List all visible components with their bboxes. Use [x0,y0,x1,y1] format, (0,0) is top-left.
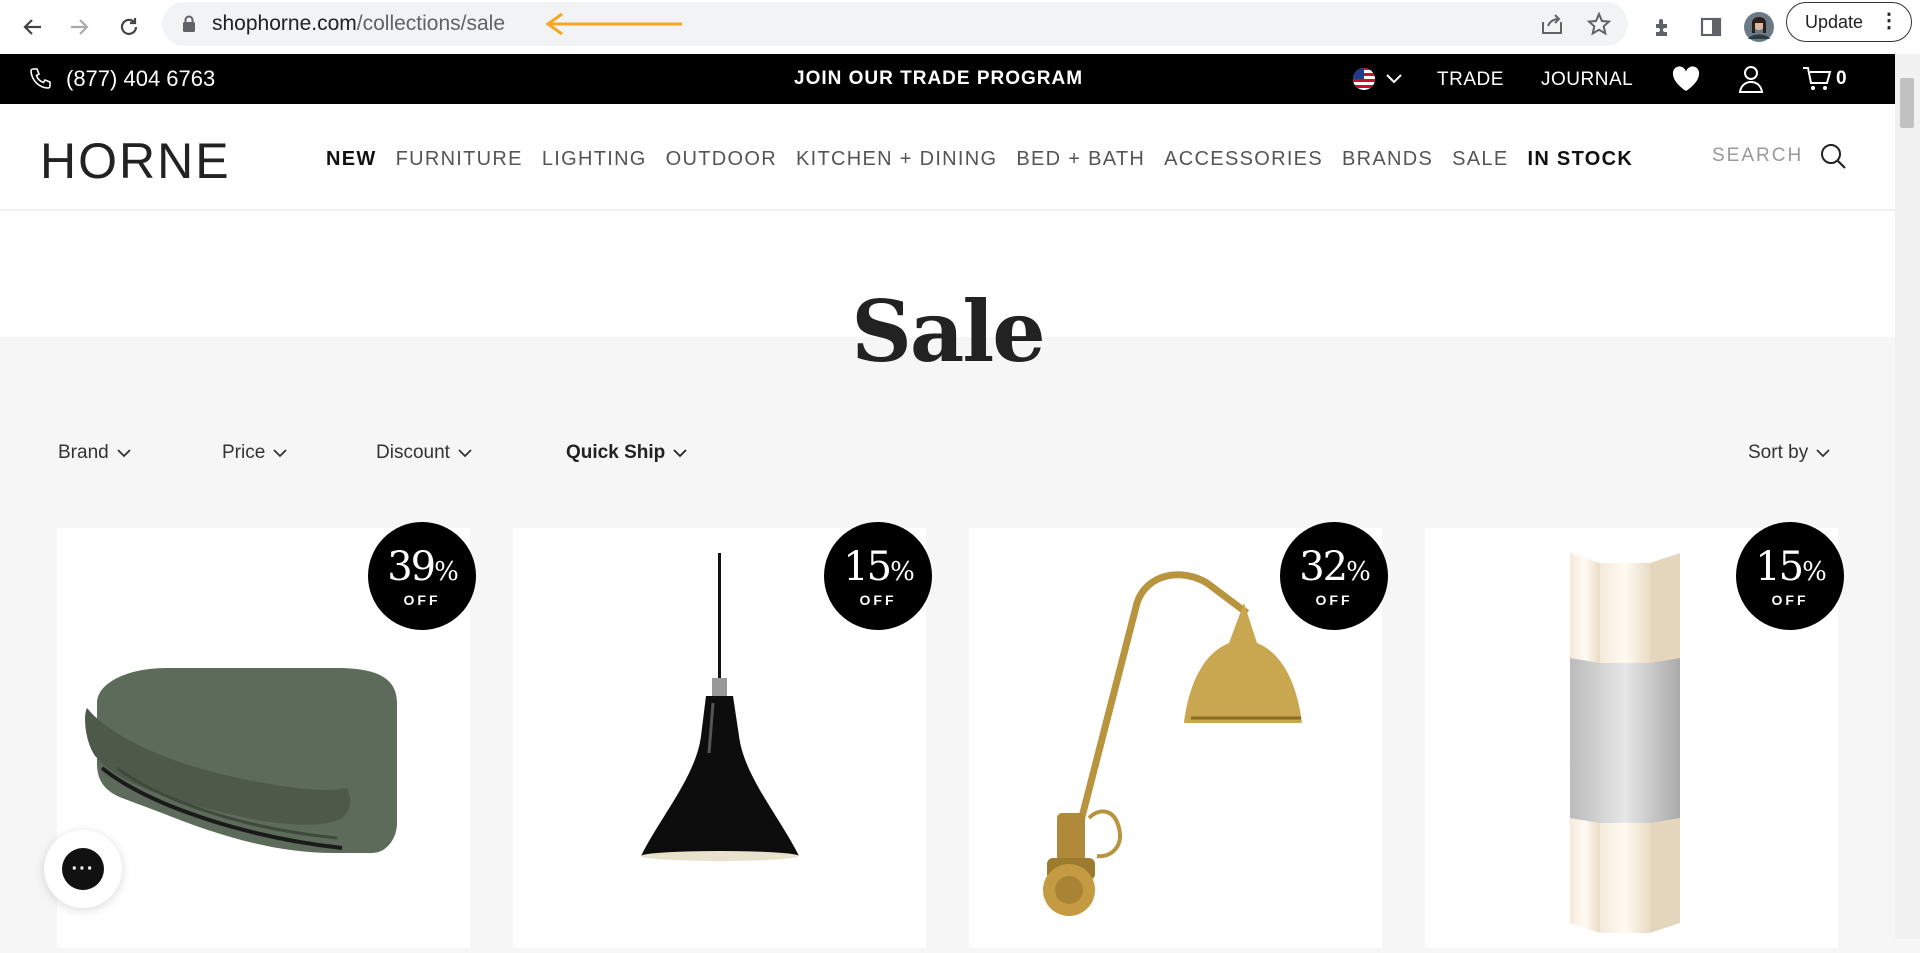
sort-by-label: Sort by [1748,442,1809,463]
url-text: shophorne.com/collections/sale [212,12,505,36]
filter-discount[interactable]: Discount [376,442,472,464]
percent-sign: % [1802,557,1827,587]
extensions-icon[interactable] [1644,8,1682,46]
forward-icon[interactable] [60,8,98,46]
lock-icon [183,15,195,32]
discount-value: 15 [1755,544,1804,590]
us-flag-icon [1353,68,1375,90]
page-scrollbar[interactable] [1895,54,1920,939]
url-domain: shophorne.com [212,12,357,35]
filter-discount-label: Discount [376,442,450,463]
filter-quick-ship[interactable]: Quick Ship [566,442,687,464]
site-logo[interactable]: HORNE [40,132,231,190]
share-icon[interactable] [1540,13,1564,35]
discount-badge: 15% OFF [824,522,932,630]
percent-sign: % [890,557,915,587]
chat-widget-button[interactable]: ··· [44,830,122,908]
chevron-down-icon [458,448,472,457]
phone-number: (877) 404 6763 [66,66,216,91]
discount-badge: 32% OFF [1280,522,1388,630]
chevron-down-icon [117,448,131,457]
wishlist-heart-icon[interactable] [1672,64,1700,94]
filter-brand-label: Brand [58,442,109,463]
bookmark-star-icon[interactable] [1587,12,1611,36]
product-card[interactable]: 15% OFF [1425,522,1844,948]
discount-badge: 39% OFF [368,522,476,630]
nav-item-outdoor[interactable]: OUTDOOR [666,148,777,171]
cart-icon [1803,67,1832,90]
update-label: Update [1805,11,1864,32]
country-selector[interactable] [1352,64,1402,94]
sort-by-dropdown[interactable]: Sort by [1748,442,1830,464]
chevron-down-icon [673,448,687,457]
product-card[interactable]: 15% OFF [513,522,932,948]
filter-quick-ship-label: Quick Ship [566,442,666,463]
nav-item-new[interactable]: NEW [326,148,377,171]
nav-item-bed-bath[interactable]: BED + BATH [1016,148,1145,171]
url-path: /collections/sale [356,12,506,35]
chevron-down-icon [1816,448,1830,457]
nav-item-kitchen-dining[interactable]: KITCHEN + DINING [796,148,997,171]
chevron-down-icon [1386,74,1402,84]
scrollbar-thumb[interactable] [1900,78,1914,128]
address-bar[interactable]: shophorne.com/collections/sale [162,2,1628,46]
discount-badge: 15% OFF [1736,522,1844,630]
percent-sign: % [434,557,459,587]
phone-icon [30,68,51,89]
off-label: OFF [859,592,897,608]
trade-program-link[interactable]: JOIN OUR TRADE PROGRAM [794,68,1083,90]
account-icon[interactable] [1738,64,1764,94]
nav-item-brands[interactable]: BRANDS [1342,148,1433,171]
discount-value: 32 [1299,544,1348,590]
nav-item-lighting[interactable]: LIGHTING [542,148,647,171]
cart-button[interactable]: 0 [1802,64,1847,94]
profile-avatar[interactable] [1740,8,1778,46]
nav-item-sale[interactable]: SALE [1452,148,1508,171]
more-vert-icon[interactable]: ⋮ [1879,9,1899,33]
main-nav: NEW FURNITURE LIGHTING OUTDOOR KITCHEN + DIN… [326,148,1633,171]
off-label: OFF [403,592,441,608]
filter-price[interactable]: Price [222,442,287,464]
product-card[interactable]: 32% OFF [969,522,1388,948]
journal-link[interactable]: JOURNAL [1541,69,1633,91]
nav-item-furniture[interactable]: FURNITURE [396,148,523,171]
utility-bar: (877) 404 6763 JOIN OUR TRADE PROGRAM TR… [0,54,1895,104]
back-icon[interactable] [14,8,52,46]
chevron-down-icon [273,448,287,457]
nav-item-in-stock[interactable]: IN STOCK [1527,148,1633,171]
off-label: OFF [1771,592,1809,608]
filter-brand[interactable]: Brand [58,442,131,464]
nav-item-accessories[interactable]: ACCESSORIES [1164,148,1323,171]
discount-value: 39 [387,544,436,590]
page-title: Sale [851,282,1045,381]
chat-icon: ··· [62,848,104,890]
cart-count: 0 [1836,68,1847,89]
product-card[interactable]: 39% OFF [57,522,476,948]
site-header: HORNE NEW FURNITURE LIGHTING OUTDOOR KITCHEN… [0,104,1895,210]
reload-icon[interactable] [110,8,148,46]
phone-link[interactable]: (877) 404 6763 [28,66,215,92]
discount-value: 15 [843,544,892,590]
off-label: OFF [1315,592,1353,608]
search-icon [1821,144,1846,169]
search-label: SEARCH [1712,145,1804,166]
browser-toolbar: shophorne.com/collections/sale Update ⋮ [0,0,1920,54]
trade-link[interactable]: TRADE [1437,69,1504,91]
percent-sign: % [1346,557,1371,587]
filter-price-label: Price [222,442,266,463]
update-button[interactable]: Update ⋮ [1786,2,1912,42]
side-panel-icon[interactable] [1692,8,1730,46]
search-button[interactable]: SEARCH [1712,142,1847,170]
arrow-annotation-icon [545,12,682,36]
